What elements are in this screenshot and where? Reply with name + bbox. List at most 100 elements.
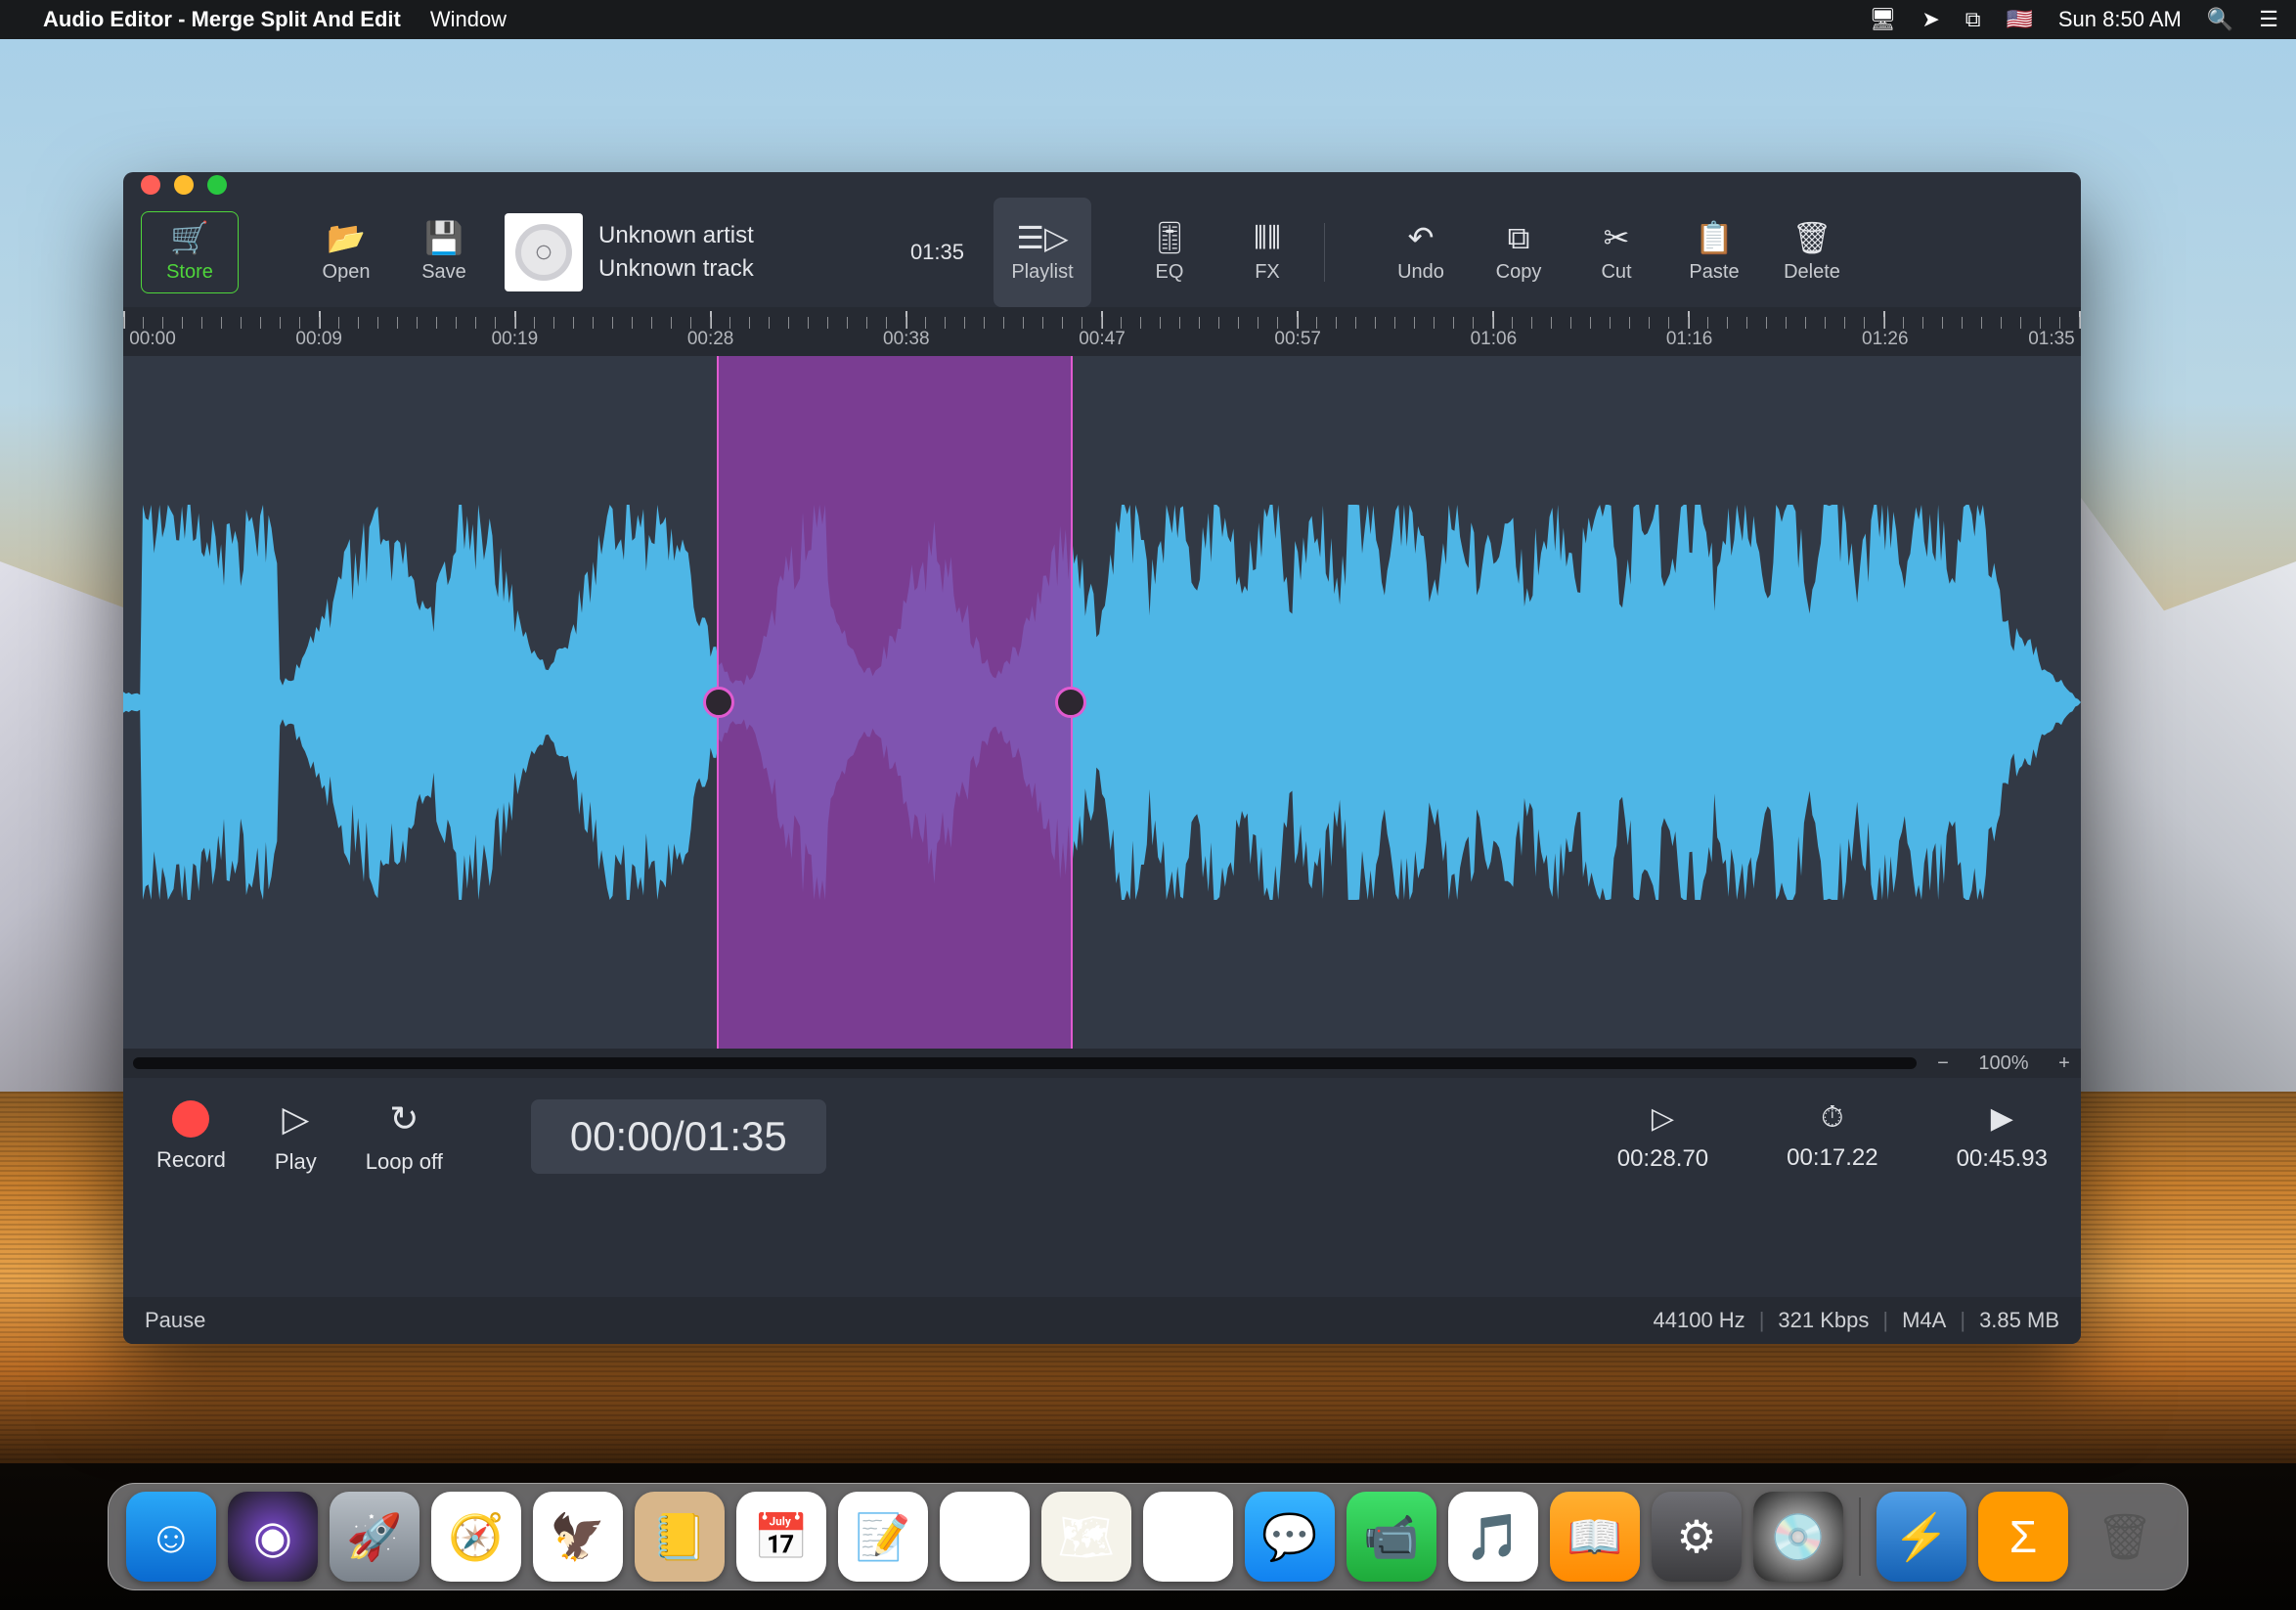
paste-icon: 📋 (1695, 222, 1734, 253)
ruler-labels: 00:00 00:09 00:19 00:28 00:38 00:47 00:57 01:06… (123, 329, 2081, 356)
dock-photos-icon[interactable]: ❀ (1143, 1492, 1233, 1582)
playlist-icon: ☰▷ (1016, 222, 1068, 253)
ruler-label: 00:00 (129, 329, 176, 350)
transport-bar: Record ▷ Play ↻ Loop off 00:00/01:35 ▷ 0… (123, 1078, 2081, 1195)
dock-ibooks-icon[interactable]: 📖 (1550, 1492, 1640, 1582)
dock-audio-editor-icon[interactable]: 💿 (1753, 1492, 1843, 1582)
save-button[interactable]: 💾 Save (395, 198, 493, 307)
dock: ☺◉🚀🧭🦅📒📅📝▤🗺❀💬📹🎵📖⚙💿 ⚡Σ🗑 (108, 1483, 2188, 1590)
dock-finder-icon[interactable]: ☺ (126, 1492, 216, 1582)
menubar-clock[interactable]: Sun 8:50 AM (2058, 7, 2182, 32)
folder-icon: 📂 (327, 222, 366, 253)
file-size: 3.85 MB (1979, 1308, 2059, 1333)
waveform-canvas[interactable] (123, 356, 2081, 1049)
store-button[interactable]: 🛒 Store (141, 211, 239, 293)
playlist-button[interactable]: ☰▷ Playlist (993, 198, 1091, 307)
delete-button[interactable]: 🗑 Delete (1763, 198, 1861, 307)
ruler-label: 01:26 (1862, 329, 1909, 350)
selection-duration-marker: ⏱ 00:17.22 (1787, 1101, 1877, 1173)
time-display: 00:00/01:35 (531, 1099, 826, 1174)
undo-button[interactable]: ↶ Undo (1372, 198, 1470, 307)
sliders-icon: 🎚 (1150, 222, 1190, 253)
dock-settings-icon[interactable]: ⚙ (1652, 1492, 1742, 1582)
ruler-ticks (123, 307, 2081, 329)
track-duration: 01:35 (910, 240, 964, 265)
loop-icon: ↻ (389, 1098, 419, 1140)
window-zoom-button[interactable] (207, 175, 227, 195)
eq-button[interactable]: 🎚 EQ (1121, 198, 1218, 307)
dock-siri-icon[interactable]: ◉ (228, 1492, 318, 1582)
record-icon (172, 1100, 209, 1138)
dock-divider (1859, 1498, 1861, 1576)
ruler-label: 00:19 (492, 329, 539, 350)
zoom-out-button[interactable]: − (1926, 1052, 1960, 1075)
menu-extras-icon[interactable]: ☰ (2259, 7, 2278, 32)
cut-button[interactable]: ✂ Cut (1567, 198, 1665, 307)
zoom-in-button[interactable]: + (2048, 1052, 2081, 1075)
copy-button[interactable]: ⧉ Copy (1470, 198, 1567, 307)
dock-notes-icon[interactable]: 📝 (838, 1492, 928, 1582)
dock-reminders-icon[interactable]: ▤ (940, 1492, 1030, 1582)
ruler-label: 00:47 (1079, 329, 1126, 350)
dock-mail-icon[interactable]: 🦅 (533, 1492, 623, 1582)
app-window: 🛒 Store 📂 Open 💾 Save Unknown artist Unk… (123, 172, 2081, 1344)
zoom-percent: 100% (1960, 1052, 2048, 1075)
ruler-label: 00:57 (1274, 329, 1321, 350)
cursor-icon[interactable]: ➤ (1921, 7, 1939, 32)
selection-start-handle[interactable] (703, 687, 734, 718)
track-title: Unknown track (598, 255, 754, 283)
menubar-window[interactable]: Window (430, 7, 507, 32)
dock-calendar-icon[interactable]: 📅 (736, 1492, 826, 1582)
display-icon[interactable]: 🖥 (1869, 7, 1896, 32)
ruler-label: 01:06 (1471, 329, 1518, 350)
time-ruler[interactable]: 00:00 00:09 00:19 00:28 00:38 00:47 00:57 01:06… (123, 307, 2081, 356)
open-button[interactable]: 📂 Open (297, 198, 395, 307)
dock-launchpad-icon[interactable]: 🚀 (330, 1492, 419, 1582)
cart-icon: 🛒 (170, 222, 209, 253)
ruler-label: 01:35 (2028, 329, 2075, 350)
desktop: Audio Editor - Merge Split And Edit Wind… (0, 0, 2296, 1610)
dock-facetime-icon[interactable]: 📹 (1347, 1492, 1436, 1582)
ruler-label: 00:28 (687, 329, 734, 350)
dock-thunderbolt-icon[interactable]: ⚡ (1877, 1492, 1966, 1582)
dock-trash-icon[interactable]: 🗑 (2080, 1492, 2170, 1582)
selection-start-marker: ▷ 00:28.70 (1617, 1101, 1708, 1173)
ruler-label: 00:09 (295, 329, 342, 350)
paste-button[interactable]: 📋 Paste (1665, 198, 1763, 307)
trash-icon: 🗑 (1792, 222, 1832, 253)
status-bar: Pause 44100 Hz| 321 Kbps| M4A| 3.85 MB (123, 1297, 2081, 1344)
dock-contacts-icon[interactable]: 📒 (635, 1492, 725, 1582)
dock-safari-icon[interactable]: 🧭 (431, 1492, 521, 1582)
selection-region[interactable] (717, 356, 1073, 1049)
ruler-label: 00:38 (883, 329, 930, 350)
ruler-label: 01:16 (1666, 329, 1713, 350)
copy-icon: ⧉ (1508, 222, 1530, 253)
toolbar: 🛒 Store 📂 Open 💾 Save Unknown artist Unk… (123, 198, 2081, 307)
airplay-icon[interactable]: ⧉ (1965, 7, 1981, 32)
flag-icon[interactable]: 🇺🇸 (2006, 7, 2032, 32)
dock-messages-icon[interactable]: 💬 (1245, 1492, 1335, 1582)
window-titlebar (123, 172, 2081, 198)
scissors-icon: ✂ (1604, 222, 1630, 253)
fx-button[interactable]: ⦀⦀ FX (1218, 198, 1316, 307)
flag-end-icon: ▶ (1991, 1101, 2013, 1136)
dock-sigma-icon[interactable]: Σ (1978, 1492, 2068, 1582)
scroll-track[interactable] (133, 1057, 1917, 1069)
window-minimize-button[interactable] (174, 175, 194, 195)
spotlight-icon[interactable]: 🔍 (2207, 7, 2233, 32)
loop-button[interactable]: ↻ Loop off (366, 1098, 443, 1175)
selection-end-marker: ▶ 00:45.93 (1957, 1101, 2048, 1173)
playback-state: Pause (145, 1308, 205, 1333)
play-button[interactable]: ▷ Play (275, 1098, 317, 1175)
menubar-app-name[interactable]: Audio Editor - Merge Split And Edit (43, 7, 401, 32)
sample-rate: 44100 Hz (1654, 1308, 1745, 1333)
fx-icon: ⦀⦀ (1254, 222, 1281, 253)
play-icon: ▷ (282, 1098, 309, 1140)
track-artist: Unknown artist (598, 222, 754, 249)
dock-itunes-icon[interactable]: 🎵 (1448, 1492, 1538, 1582)
menubar: Audio Editor - Merge Split And Edit Wind… (0, 0, 2296, 39)
selection-end-handle[interactable] (1055, 687, 1086, 718)
window-close-button[interactable] (141, 175, 160, 195)
record-button[interactable]: Record (156, 1100, 226, 1173)
dock-maps-icon[interactable]: 🗺 (1041, 1492, 1131, 1582)
